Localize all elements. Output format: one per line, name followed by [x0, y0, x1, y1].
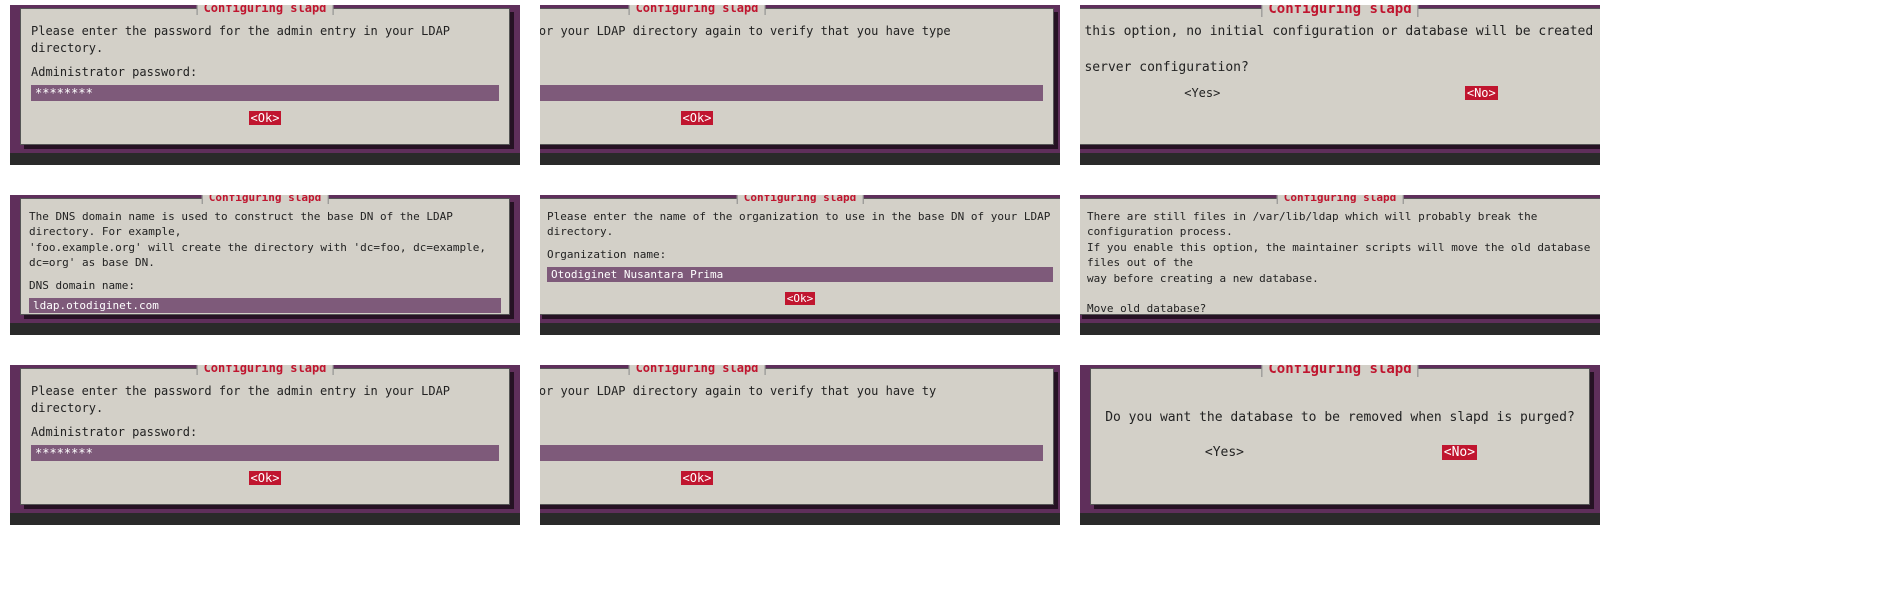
screenshot-org-name: Configuring slapd Please enter the name …: [540, 195, 1060, 335]
field-label: Organization name:: [547, 248, 1053, 261]
dialog: Configuring slapd The DNS domain name is…: [20, 198, 510, 315]
field-label: DNS domain name:: [29, 279, 501, 292]
prompt-text: The DNS domain name is used to construct…: [29, 209, 501, 271]
field-label: password:: [540, 65, 1043, 79]
dialog: Configuring slapd Please enter the passw…: [20, 368, 510, 505]
password-input[interactable]: ********: [31, 85, 499, 101]
terminal-bottom-bar: [540, 323, 1060, 335]
screenshot-purge-db: Configuring slapd Do you want the databa…: [1080, 365, 1600, 525]
org-input[interactable]: Otodiginet Nusantara Prima: [547, 267, 1053, 282]
prompt-text: enter the admin password for your LDAP d…: [540, 383, 1043, 417]
screenshot-omit-config: Configuring slapd le this option, no ini…: [1080, 5, 1600, 165]
prompt-text: Please enter the password for the admin …: [31, 383, 499, 417]
dialog-title: Configuring slapd: [197, 365, 334, 375]
dialog-title: Configuring slapd: [202, 195, 329, 204]
dialog-title: Configuring slapd: [629, 365, 766, 375]
terminal-bottom-bar: [540, 153, 1060, 165]
dialog: Configuring slapd Please enter the passw…: [20, 8, 510, 145]
terminal-bottom-bar: [1080, 513, 1600, 525]
prompt-text: There are still files in /var/lib/ldap w…: [1087, 209, 1593, 317]
field-label: Administrator password:: [31, 425, 499, 439]
password-input[interactable]: **: [540, 445, 1043, 461]
terminal-bottom-bar: [10, 513, 520, 525]
dialog: Configuring slapd Do you want the databa…: [1090, 368, 1590, 505]
dialog-title: Configuring slapd: [1261, 365, 1418, 377]
dialog-title: Configuring slapd: [629, 5, 766, 15]
screenshot-admin-password-1: Configuring slapd Please enter the passw…: [10, 5, 520, 165]
ok-button[interactable]: <Ok>: [249, 471, 282, 485]
terminal-bottom-bar: [10, 323, 520, 335]
prompt-text: enter the admin password for your LDAP d…: [540, 23, 1043, 57]
no-button[interactable]: <No>: [1442, 445, 1477, 460]
ok-button[interactable]: <Ok>: [681, 471, 714, 485]
dialog: Configuring slapd Please enter the name …: [540, 198, 1060, 315]
ok-button[interactable]: <Ok>: [249, 111, 282, 125]
yes-button[interactable]: <Yes>: [1203, 445, 1246, 460]
dialog: Configuring slapd le this option, no ini…: [1080, 8, 1600, 145]
prompt-text: le this option, no initial configuration…: [1080, 23, 1600, 78]
prompt-text: Do you want the database to be removed w…: [1105, 409, 1575, 427]
yes-button[interactable]: <Yes>: [1182, 86, 1222, 100]
dialog-title: Configuring slapd: [1277, 195, 1404, 204]
screenshot-confirm-password-2: Configuring slapd enter the admin passwo…: [540, 365, 1060, 525]
terminal-bottom-bar: [1080, 153, 1600, 165]
field-label: n password:: [540, 425, 1043, 439]
dialog: Configuring slapd There are still files …: [1080, 198, 1600, 315]
dialog: Configuring slapd enter the admin passwo…: [540, 368, 1054, 505]
dialog: Configuring slapd enter the admin passwo…: [540, 8, 1054, 145]
terminal-bottom-bar: [1080, 323, 1600, 335]
password-input[interactable]: ********: [31, 445, 499, 461]
dialog-title: Configuring slapd: [197, 5, 334, 15]
domain-input[interactable]: ldap.otodiginet.com: [29, 298, 501, 313]
dialog-title: Configuring slapd: [737, 195, 864, 204]
screenshot-confirm-password-1: Configuring slapd enter the admin passwo…: [540, 5, 1060, 165]
password-input[interactable]: *: [540, 85, 1043, 101]
prompt-text: Please enter the name of the organizatio…: [547, 209, 1053, 240]
field-label: Administrator password:: [31, 65, 499, 79]
screenshot-admin-password-2: Configuring slapd Please enter the passw…: [10, 365, 520, 525]
prompt-text: Please enter the password for the admin …: [31, 23, 499, 57]
terminal-bottom-bar: [10, 153, 520, 165]
no-button[interactable]: <No>: [1465, 86, 1498, 100]
screenshot-move-old-db: Configuring slapd There are still files …: [1080, 195, 1600, 335]
ok-button[interactable]: <Ok>: [681, 111, 714, 125]
terminal-bottom-bar: [540, 513, 1060, 525]
dialog-title: Configuring slapd: [1261, 5, 1418, 17]
screenshot-dns-domain: Configuring slapd The DNS domain name is…: [10, 195, 520, 335]
ok-button[interactable]: <Ok>: [785, 292, 816, 305]
